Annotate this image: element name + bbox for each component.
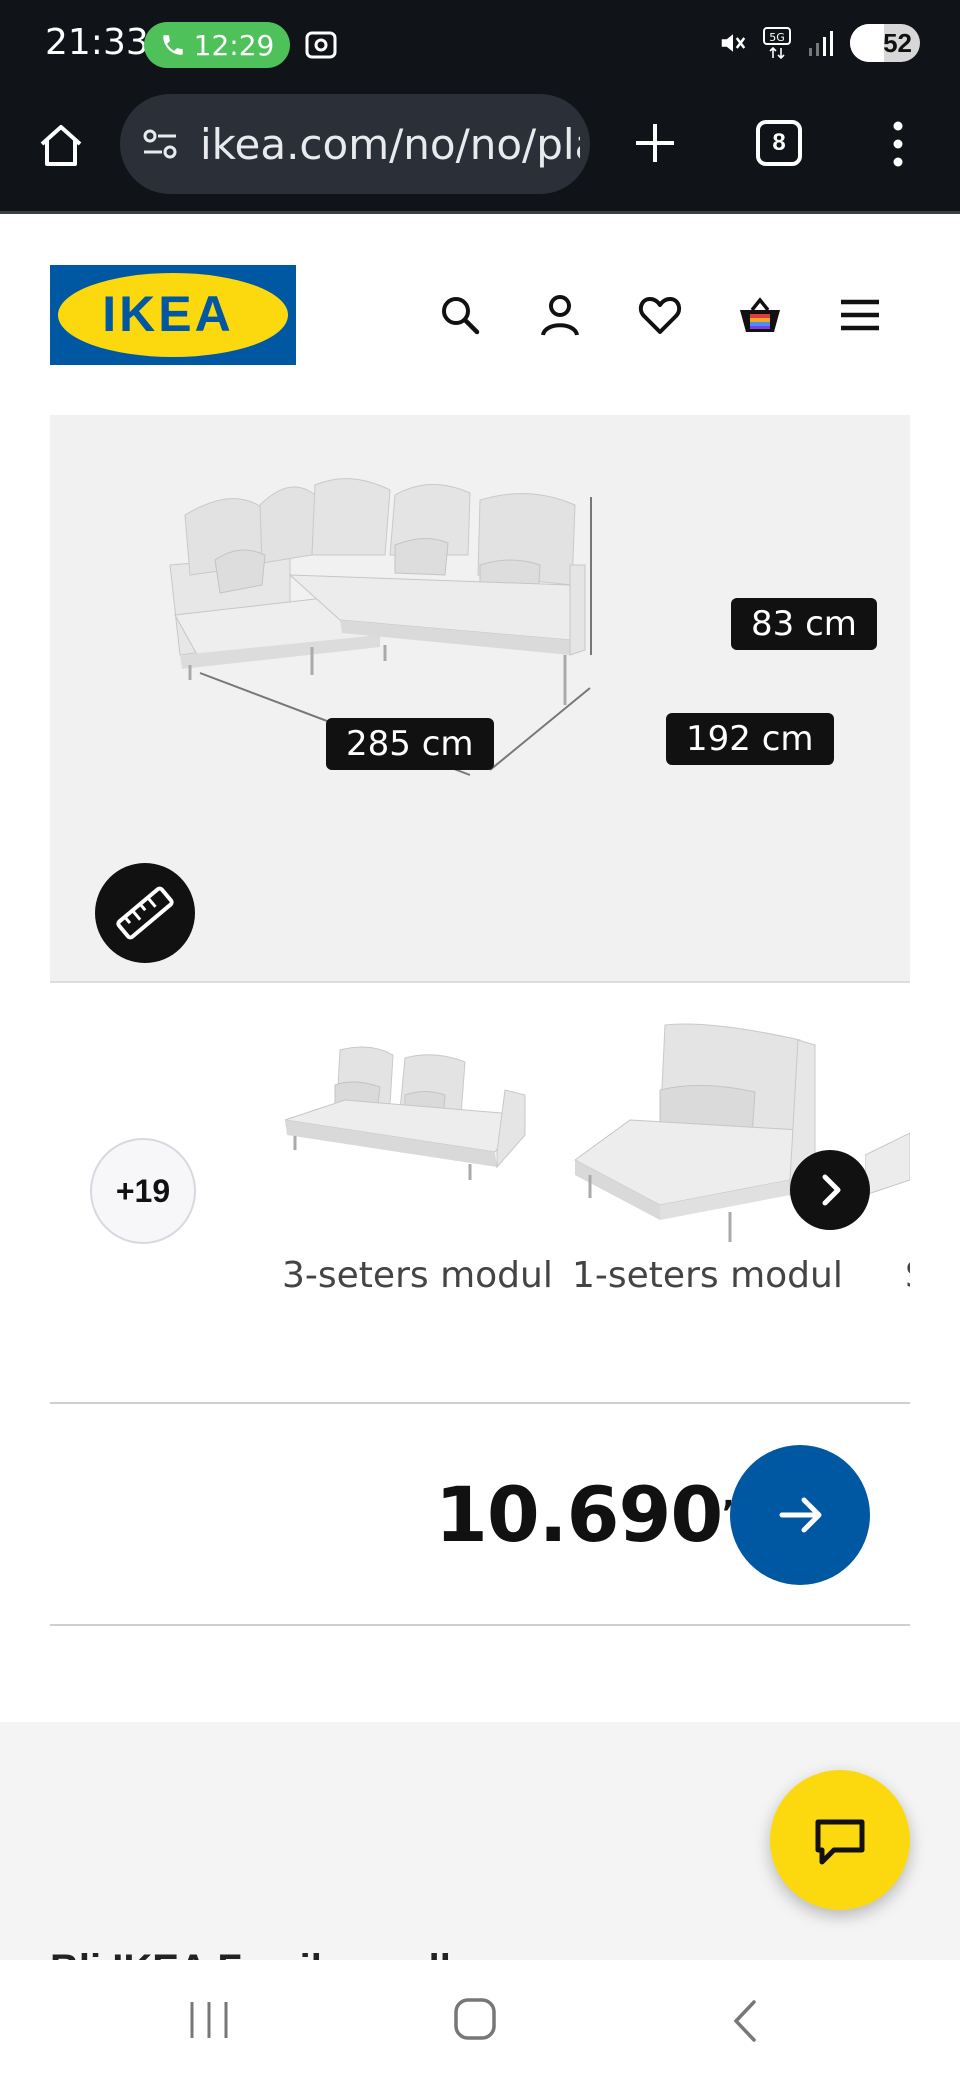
variant-label-3-seter[interactable]: 3-seters modul [282,1255,553,1296]
status-bar: 21:33 12:29 5G 52 [0,0,960,90]
chat-button[interactable] [770,1770,910,1910]
mute-icon [721,34,746,52]
heart-icon[interactable] [637,292,683,338]
phone-icon [162,35,183,55]
signal-icon [809,31,833,56]
chevron-right-icon [822,1174,841,1206]
price-amount: 10.690 [435,1470,723,1559]
address-bar[interactable]: ikea.com/no/no/pla [120,94,590,194]
call-timer: 12:29 [193,28,275,62]
product-image[interactable]: 83 cm 285 cm 192 cm [50,415,910,983]
variant-thumbnail [574,1023,816,1242]
new-tab-icon[interactable] [630,118,680,168]
arrow-right-icon [779,1497,822,1533]
chat-icon [815,1819,865,1865]
home-icon[interactable] [34,118,88,172]
basket-icon[interactable] [737,292,783,338]
status-icons: 5G 52 [718,24,920,62]
account-icon[interactable] [537,292,583,338]
browser-toolbar: ikea.com/no/no/pla 8 [0,90,960,214]
network-5g-icon: 5G [763,27,791,60]
depth-dimension-label: 192 cm [666,713,834,765]
site-settings-icon[interactable] [140,124,180,164]
variant-label-1-seter[interactable]: 1-seters modul [572,1255,843,1296]
go-to-product-button[interactable] [730,1445,870,1585]
recent-apps-icon[interactable] [186,1998,232,2042]
screen-recorder-icon [305,31,337,59]
variant-card-partial[interactable] [865,1125,910,1205]
height-dimension-label: 83 cm [731,598,877,650]
variant-thumbnail [284,1046,526,1180]
logo-graphic: IKEA [50,265,296,365]
tab-switcher-button[interactable]: 8 [756,120,802,166]
divider [50,1402,910,1404]
variant-card-1-seter[interactable] [570,1020,820,1250]
more-options-icon[interactable] [886,118,910,170]
ongoing-call-pill[interactable]: 12:29 [144,22,290,68]
variant-card-3-seter[interactable] [275,1030,535,1210]
battery-indicator: 52 [850,24,920,62]
back-icon[interactable] [728,1998,762,2044]
url-text: ikea.com/no/no/pla [200,120,580,169]
family-promo-heading: Bli IKEA Family-medlem [50,1947,509,1960]
status-time: 21:33 [45,22,149,63]
product-price: 10.690,- [435,1470,747,1559]
ikea-logo[interactable]: IKEA [50,265,296,365]
width-dimension-label: 285 cm [326,718,494,770]
divider [50,1624,910,1626]
search-icon[interactable] [437,292,483,338]
system-navigation-bar [0,1960,960,2080]
ruler-icon [116,886,174,940]
variant-label-partial[interactable]: S [905,1255,910,1296]
measurements-toggle-button[interactable] [95,863,195,963]
svg-text:5G: 5G [769,31,785,44]
logo-text: IKEA [102,286,233,342]
more-variants-button[interactable]: +19 [90,1138,196,1244]
battery-level: 52 [883,27,912,58]
carousel-next-button[interactable] [790,1150,870,1230]
home-nav-icon[interactable] [452,1996,498,2042]
variant-thumbnail [865,1132,910,1196]
menu-icon[interactable] [837,292,883,338]
